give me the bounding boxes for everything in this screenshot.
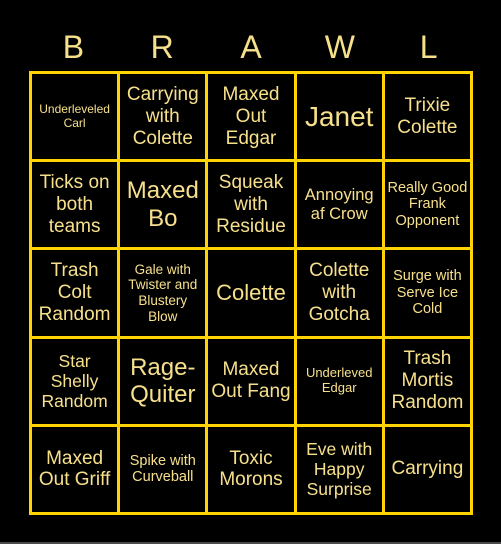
bingo-cell[interactable]: Spike with Curveball [120, 426, 206, 512]
bingo-cell[interactable]: Trash Colt Random [32, 250, 118, 336]
bingo-cell[interactable]: Star Shelly Random [32, 338, 118, 424]
bingo-cell[interactable]: Janet [296, 74, 382, 160]
bingo-cell[interactable]: Squeak with Residue [208, 162, 294, 248]
bingo-cell[interactable]: Maxed Bo [120, 162, 206, 248]
bingo-cell[interactable]: Annoying af Crow [296, 162, 382, 248]
header-letter-l: L [419, 29, 438, 65]
header-letter-w: W [324, 29, 355, 65]
bingo-cell[interactable]: Eve with Happy Surprise [296, 426, 382, 512]
bingo-cell[interactable]: Toxic Morons [208, 426, 294, 512]
bingo-cell[interactable]: Ticks on both teams [32, 162, 118, 248]
header-letter-a: A [240, 29, 262, 65]
bingo-cell[interactable]: Maxed Out Griff [32, 426, 118, 512]
bingo-cell[interactable]: Really Good Frank Opponent [384, 162, 470, 248]
bingo-cell[interactable]: Gale with Twister and Blustery Blow [120, 250, 206, 336]
bingo-header: B R A W L [29, 24, 473, 71]
bingo-cell[interactable]: Underleved Edgar [296, 338, 382, 424]
bingo-cell[interactable]: Maxed Out Edgar [208, 74, 294, 160]
bingo-cell[interactable]: Trash Mortis Random [384, 338, 470, 424]
bingo-cell[interactable]: Underleveled Carl [32, 74, 118, 160]
header-letter-r: R [150, 29, 174, 65]
bingo-card: Underleveled Carl Carrying with Colette … [29, 71, 473, 515]
bingo-cell[interactable]: Carrying with Colette [120, 74, 206, 160]
bingo-cell[interactable]: Trixie Colette [384, 74, 470, 160]
bingo-cell[interactable]: Colette [208, 250, 294, 336]
bingo-cell[interactable]: Maxed Out Fang [208, 338, 294, 424]
bingo-cell[interactable]: Rage-Quiter [120, 338, 206, 424]
header-letter-b: B [62, 29, 85, 65]
bingo-cell[interactable]: Surge with Serve Ice Cold [384, 250, 470, 336]
bingo-cell[interactable]: Colette with Gotcha [296, 250, 382, 336]
bingo-cell[interactable]: Carrying [384, 426, 470, 512]
